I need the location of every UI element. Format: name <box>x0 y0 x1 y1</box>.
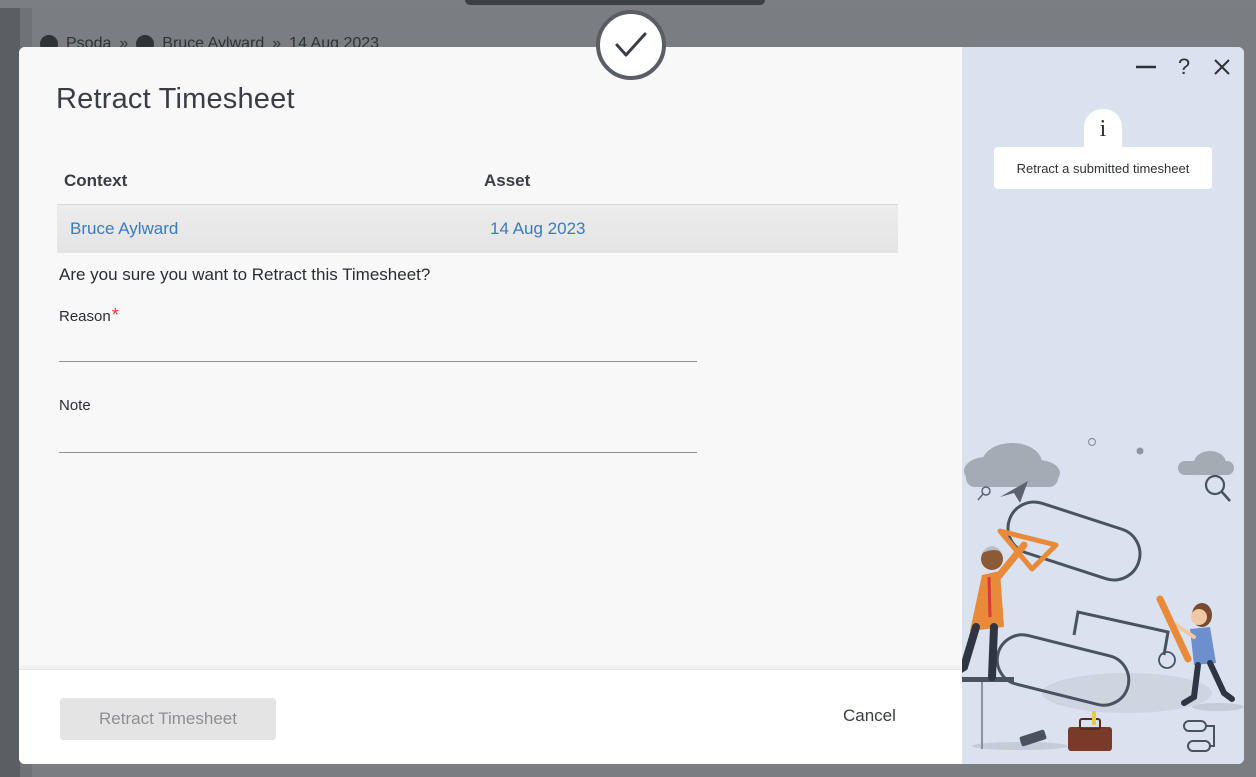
toolbox-icon <box>1068 711 1112 751</box>
teamwork-illustration <box>962 437 1244 752</box>
cloud-icon <box>1178 451 1234 475</box>
info-icon: i <box>1084 109 1122 149</box>
man-figure <box>962 541 1028 681</box>
background-sidebar <box>0 0 20 777</box>
dialog-main: Retract Timesheet Context Asset Bruce Ay… <box>19 47 962 764</box>
help-tip: Retract a submitted timesheet <box>994 147 1212 189</box>
confirm-message: Are you sure you want to Retract this Ti… <box>59 265 431 284</box>
dialog-footer: Retract Timesheet Cancel <box>19 669 962 764</box>
dialog-title: Retract Timesheet <box>56 83 295 115</box>
help-icon[interactable]: ? <box>1170 53 1198 81</box>
reason-label: Reason* <box>59 305 119 326</box>
context-table: Context Asset Bruce Aylward 14 Aug 2023 <box>57 157 898 253</box>
close-icon[interactable] <box>1208 53 1236 81</box>
retract-timesheet-dialog: Retract Timesheet Context Asset Bruce Ay… <box>19 47 1244 764</box>
background-tab-indicator <box>465 0 765 5</box>
asset-link[interactable]: 14 Aug 2023 <box>478 219 585 239</box>
note-label: Note <box>59 397 91 414</box>
table-header: Context Asset <box>57 157 898 205</box>
context-link[interactable]: Bruce Aylward <box>57 219 478 239</box>
flowchart-icon <box>1183 720 1215 752</box>
note-input[interactable] <box>59 417 697 453</box>
required-marker: * <box>111 305 119 325</box>
reason-input[interactable] <box>59 326 697 362</box>
check-icon <box>596 10 666 80</box>
cloud-icon <box>964 443 1060 487</box>
retract-timesheet-button[interactable]: Retract Timesheet <box>60 698 276 740</box>
minimize-icon[interactable] <box>1132 53 1160 81</box>
magnifier-icon <box>1204 474 1231 502</box>
background-topbar <box>0 0 1256 8</box>
column-header-context: Context <box>64 170 128 190</box>
help-side-panel: ? i Retract a submitted timesheet <box>962 47 1244 764</box>
column-header-asset: Asset <box>484 170 531 190</box>
reason-label-text: Reason <box>59 308 111 325</box>
table-row: Bruce Aylward 14 Aug 2023 <box>57 205 898 253</box>
cancel-button[interactable]: Cancel <box>829 700 910 732</box>
